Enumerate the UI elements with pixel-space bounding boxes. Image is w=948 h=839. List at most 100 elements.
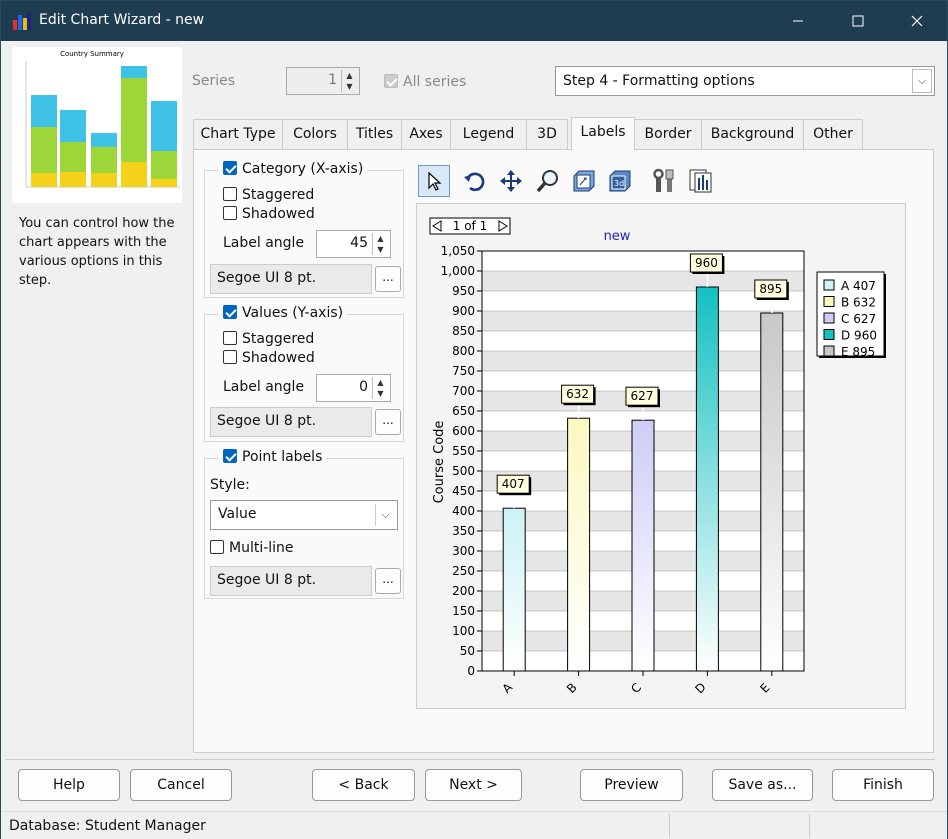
next-button[interactable]: Next > (425, 769, 522, 801)
tab-border[interactable]: Border (634, 119, 702, 149)
maximize-icon (852, 15, 864, 27)
category-shadowed-label: Shadowed (242, 206, 315, 222)
checkbox-icon (223, 449, 237, 463)
category-shadowed-checkbox[interactable]: Shadowed (223, 206, 315, 222)
series-value: 1 (328, 72, 337, 88)
tab-titles[interactable]: Titles (347, 119, 402, 149)
view-3d-button[interactable]: 3d (604, 165, 636, 197)
back-button[interactable]: < Back (312, 769, 415, 801)
category-label: Category (X-axis) (242, 161, 364, 177)
point-label: 895 (759, 282, 782, 296)
multi-line-checkbox[interactable]: Multi-line (210, 540, 294, 556)
checkbox-icon (384, 74, 398, 88)
values-font-button[interactable]: ... (375, 409, 401, 435)
move-button[interactable] (495, 165, 527, 197)
finish-button[interactable]: Finish (832, 769, 934, 801)
tab-chart-type[interactable]: Chart Type (193, 119, 283, 149)
data-grid-icon (689, 169, 712, 193)
tab-labels[interactable]: Labels (571, 117, 635, 150)
app-icon (13, 13, 31, 30)
point-label: 960 (695, 256, 718, 270)
tab-other[interactable]: Other (803, 119, 863, 149)
bar-E[interactable] (760, 312, 784, 672)
tab-3d[interactable]: 3D (526, 119, 568, 149)
thumbnail-chart: Country Summary (25, 50, 180, 188)
save-as-button[interactable]: Save as... (712, 769, 813, 801)
zoom-button[interactable] (532, 165, 564, 197)
values-staggered-checkbox[interactable]: Staggered (223, 331, 314, 347)
category-staggered-label: Staggered (242, 187, 315, 203)
view-3d-icon: 3d (609, 170, 631, 192)
y-tick-label: 1,050 (441, 244, 475, 258)
series-spinner[interactable]: 1 ▲ ▼ (286, 67, 360, 95)
preview-button[interactable]: Preview (580, 769, 683, 801)
x-tick-label: D (692, 680, 708, 696)
pointer-button[interactable] (418, 165, 450, 197)
values-angle-spinner[interactable]: 0 ▲ ▼ (316, 374, 391, 402)
tab-background[interactable]: Background (701, 119, 804, 149)
maximize-button[interactable] (835, 1, 881, 41)
bar-C[interactable] (631, 419, 655, 672)
pointer-icon (428, 171, 442, 191)
values-checkbox[interactable]: Values (Y-axis) (219, 305, 348, 321)
bar-B[interactable] (567, 417, 591, 672)
legend-entry: B 632 (841, 296, 876, 310)
close-button[interactable] (894, 1, 940, 41)
bar-D[interactable] (695, 286, 719, 672)
cancel-button[interactable]: Cancel (130, 769, 232, 801)
category-angle-label: Label angle (223, 235, 305, 251)
minimize-icon (793, 20, 803, 22)
bar-A[interactable] (502, 507, 526, 672)
point-labels-checkbox[interactable]: Point labels (219, 449, 327, 465)
tab-legend[interactable]: Legend (450, 119, 527, 149)
minimize-button[interactable] (775, 1, 821, 41)
view-2d-button[interactable] (568, 165, 600, 197)
values-label: Values (Y-axis) (242, 305, 344, 321)
spin-down-icon: ▼ (346, 82, 353, 91)
status-database: Database: Student Manager (9, 818, 206, 834)
legend-entry: C 627 (841, 312, 876, 326)
y-tick-label: 350 (452, 524, 475, 538)
y-tick-label: 400 (452, 504, 475, 518)
category-angle-spinner[interactable]: 45 ▲ ▼ (316, 230, 391, 258)
point-label: 632 (566, 387, 589, 401)
help-button[interactable]: Help (18, 769, 120, 801)
rotate-button[interactable] (459, 165, 491, 197)
tab-colors[interactable]: Colors (282, 119, 348, 149)
tab-axes[interactable]: Axes (401, 119, 451, 149)
y-tick-label: 550 (452, 444, 475, 458)
spin-down-icon: ▼ (377, 245, 384, 254)
y-axis-title: Course Code (432, 421, 447, 504)
tools-button[interactable] (649, 165, 681, 197)
all-series-checkbox[interactable]: All series (384, 74, 466, 90)
all-series-label: All series (403, 74, 467, 90)
y-tick-label: 450 (452, 484, 475, 498)
point-label: 407 (502, 477, 525, 491)
checkbox-icon (210, 540, 224, 554)
category-angle-value: 45 (350, 235, 368, 251)
category-checkbox[interactable]: Category (X-axis) (219, 161, 368, 177)
point-labels-font-button[interactable]: ... (375, 568, 401, 594)
style-select[interactable]: Value ⌵ (210, 500, 398, 530)
point-labels-label: Point labels (242, 449, 323, 465)
category-font-button[interactable]: ... (375, 266, 401, 292)
step-select[interactable]: Step 4 - Formatting options ⌵ (555, 66, 935, 96)
checkbox-icon (223, 206, 237, 220)
wizard-window: Edit Chart Wizard - new Country Summary … (0, 0, 948, 839)
bar-chart: 1 of 1 new Course Code 0 50 100 150 200 250 30… (429, 217, 886, 696)
chart-thumbnail: Country Summary (12, 47, 182, 203)
category-staggered-checkbox[interactable]: Staggered (223, 187, 314, 203)
grid-band (482, 351, 804, 371)
grid-band (482, 251, 804, 271)
chart-preview: 1 of 1 new Course Code 0 50 100 150 200 250 30… (416, 203, 906, 709)
data-grid-button[interactable] (685, 165, 717, 197)
legend-swatch (823, 329, 835, 340)
x-tick-label: E (757, 681, 772, 696)
x-tick-label: A (500, 680, 516, 696)
close-icon (911, 15, 923, 27)
series-label: Series (192, 73, 236, 89)
legend-entry: D 960 (841, 329, 877, 343)
values-shadowed-checkbox[interactable]: Shadowed (223, 350, 315, 366)
chart-title: new (604, 229, 631, 244)
chart-nav-control[interactable]: 1 of 1 (429, 217, 511, 235)
